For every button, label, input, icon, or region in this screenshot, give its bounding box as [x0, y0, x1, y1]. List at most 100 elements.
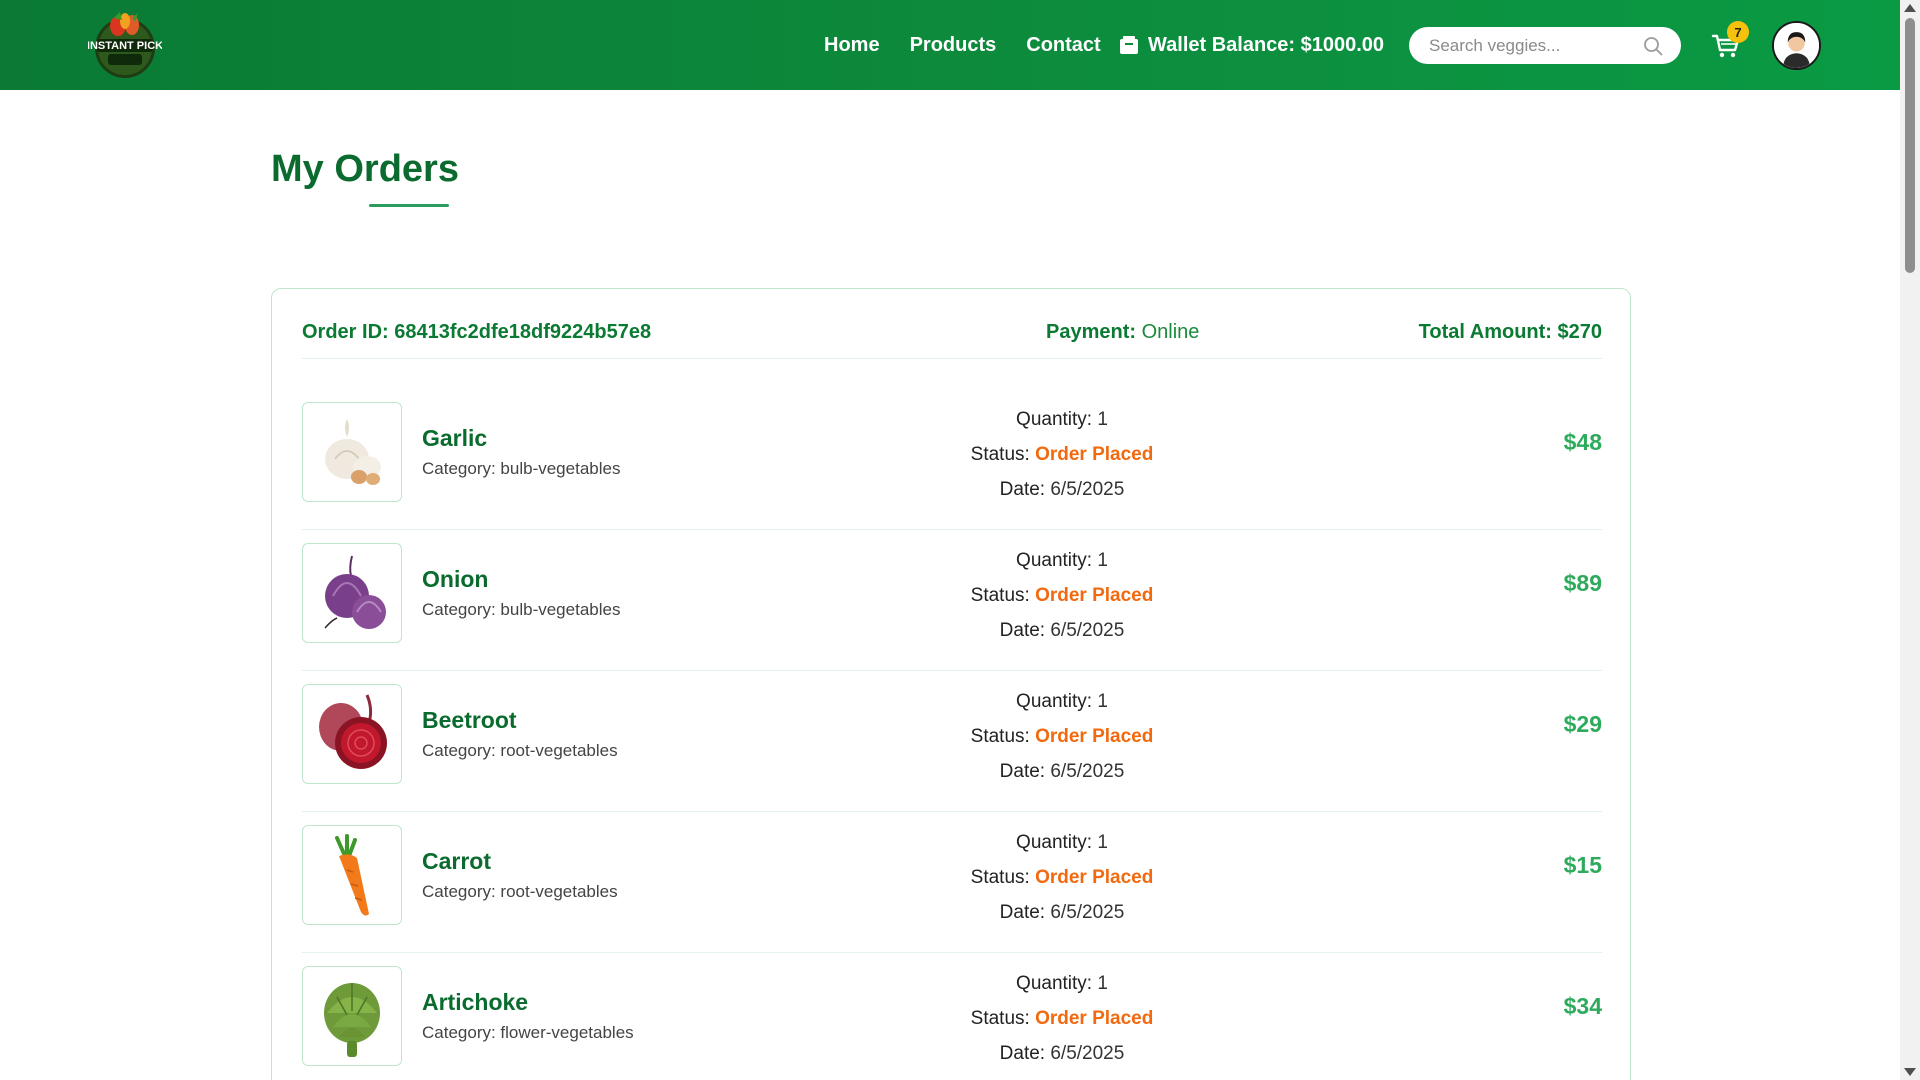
quantity-row: Quantity: 1: [962, 684, 1162, 719]
quantity-label: Quantity:: [1016, 973, 1093, 994]
item-details: Quantity: 1 Status: Order Placed Date: 6…: [962, 543, 1162, 648]
date-row: Date: 6/5/2025: [962, 895, 1162, 930]
status-value: Order Placed: [1035, 444, 1154, 465]
product-thumbnail[interactable]: [302, 543, 402, 643]
product-category: Category: bulb-vegetables: [422, 600, 621, 619]
status-row: Status: Order Placed: [962, 1001, 1162, 1036]
quantity-label: Quantity:: [1016, 409, 1093, 430]
page-title: My Orders: [271, 148, 459, 190]
date-label: Date:: [999, 479, 1046, 500]
product-name[interactable]: Garlic: [422, 425, 487, 452]
artichoke-icon: [324, 983, 380, 1057]
item-details: Quantity: 1 Status: Order Placed Date: 6…: [962, 684, 1162, 789]
product-thumbnail[interactable]: [302, 402, 402, 502]
payment-value: Online: [1141, 321, 1200, 343]
item-details: Quantity: 1 Status: Order Placed Date: 6…: [962, 402, 1162, 507]
date-label: Date:: [999, 761, 1046, 782]
order-item: Carrot Category: root-vegetables Quantit…: [302, 812, 1602, 953]
date-row: Date: 6/5/2025: [962, 472, 1162, 507]
status-row: Status: Order Placed: [962, 578, 1162, 613]
page-scrollbar[interactable]: [1900, 0, 1920, 1080]
nav-contact-link[interactable]: Contact: [1026, 34, 1100, 57]
date-row: Date: 6/5/2025: [962, 1036, 1162, 1071]
date-value: 6/5/2025: [1050, 479, 1125, 500]
quantity-row: Quantity: 1: [962, 966, 1162, 1001]
item-details: Quantity: 1 Status: Order Placed Date: 6…: [962, 825, 1162, 930]
logo-icon: INSTANT PICK: [88, 12, 162, 78]
quantity-label: Quantity:: [1016, 550, 1093, 571]
quantity-row: Quantity: 1: [962, 825, 1162, 860]
status-label: Status:: [970, 444, 1030, 465]
date-row: Date: 6/5/2025: [962, 754, 1162, 789]
quantity-label: Quantity:: [1016, 832, 1093, 853]
status-label: Status:: [970, 867, 1030, 888]
payment-method: Payment: Online: [1046, 321, 1199, 344]
item-price: $15: [1563, 852, 1602, 878]
cart-count-badge: 7: [1727, 21, 1749, 43]
top-navbar: INSTANT PICK Home Products Contact Walle…: [0, 0, 1900, 90]
order-item: Artichoke Category: flower-vegetables Qu…: [302, 953, 1602, 1080]
nav-products-link[interactable]: Products: [910, 34, 997, 57]
quantity-row: Quantity: 1: [962, 543, 1162, 578]
wallet-balance: Wallet Balance: $1000.00: [1118, 0, 1384, 90]
wallet-icon: [1120, 36, 1138, 54]
date-value: 6/5/2025: [1050, 761, 1125, 782]
status-label: Status:: [970, 585, 1030, 606]
product-name[interactable]: Carrot: [422, 848, 491, 875]
instant-pick-logo[interactable]: INSTANT PICK: [88, 8, 162, 82]
logo-word-1: INSTANT PICK: [88, 40, 162, 52]
status-row: Status: Order Placed: [962, 719, 1162, 754]
product-name[interactable]: Artichoke: [422, 989, 528, 1016]
garlic-icon: [325, 419, 381, 485]
product-name[interactable]: Onion: [422, 566, 488, 593]
scrollbar-thumb[interactable]: [1905, 18, 1915, 273]
product-category: Category: root-vegetables: [422, 741, 618, 760]
quantity-row: Quantity: 1: [962, 402, 1162, 437]
item-price: $29: [1563, 711, 1602, 737]
main-nav: Home Products Contact: [824, 0, 1101, 90]
user-avatar[interactable]: [1772, 21, 1821, 70]
product-thumbnail[interactable]: [302, 966, 402, 1066]
item-price: $89: [1563, 570, 1602, 596]
quantity-value: 1: [1097, 832, 1108, 853]
date-label: Date:: [999, 1043, 1046, 1064]
status-value: Order Placed: [1035, 585, 1154, 606]
status-value: Order Placed: [1035, 867, 1154, 888]
product-thumbnail[interactable]: [302, 684, 402, 784]
nav-home-link[interactable]: Home: [824, 34, 880, 57]
date-row: Date: 6/5/2025: [962, 613, 1162, 648]
quantity-label: Quantity:: [1016, 691, 1093, 712]
product-thumbnail[interactable]: [302, 825, 402, 925]
product-category: Category: flower-vegetables: [422, 1023, 634, 1042]
quantity-value: 1: [1097, 409, 1108, 430]
quantity-value: 1: [1097, 973, 1108, 994]
date-value: 6/5/2025: [1050, 1043, 1125, 1064]
order-item: Onion Category: bulb-vegetables Quantity…: [302, 530, 1602, 671]
user-avatar-icon: [1774, 23, 1819, 68]
onion-icon: [324, 555, 386, 629]
search-bar[interactable]: [1409, 27, 1681, 64]
search-input[interactable]: [1429, 35, 1629, 56]
product-name[interactable]: Beetroot: [422, 707, 517, 734]
scroll-down-arrow-icon[interactable]: [1904, 1068, 1916, 1076]
order-total: Total Amount: $270: [1418, 321, 1602, 343]
order-card: Order ID: 68413fc2dfe18df9224b57e8 Payme…: [271, 288, 1631, 1080]
status-row: Status: Order Placed: [962, 437, 1162, 472]
item-details: Quantity: 1 Status: Order Placed Date: 6…: [962, 966, 1162, 1071]
order-id: Order ID: 68413fc2dfe18df9224b57e8: [302, 321, 652, 343]
wallet-balance-text: Wallet Balance: $1000.00: [1148, 33, 1385, 56]
item-price: $48: [1563, 429, 1602, 455]
product-category: Category: bulb-vegetables: [422, 459, 621, 478]
search-icon[interactable]: [1643, 36, 1663, 56]
status-row: Status: Order Placed: [962, 860, 1162, 895]
status-label: Status:: [970, 726, 1030, 747]
order-header: Order ID: 68413fc2dfe18df9224b57e8 Payme…: [302, 319, 1602, 359]
quantity-value: 1: [1097, 550, 1108, 571]
status-label: Status:: [970, 1008, 1030, 1029]
scroll-up-arrow-icon[interactable]: [1904, 4, 1916, 12]
item-price: $34: [1563, 993, 1602, 1019]
order-item: Beetroot Category: root-vegetables Quant…: [302, 671, 1602, 812]
date-value: 6/5/2025: [1050, 620, 1125, 641]
date-label: Date:: [999, 902, 1046, 923]
beetroot-icon: [319, 694, 387, 769]
